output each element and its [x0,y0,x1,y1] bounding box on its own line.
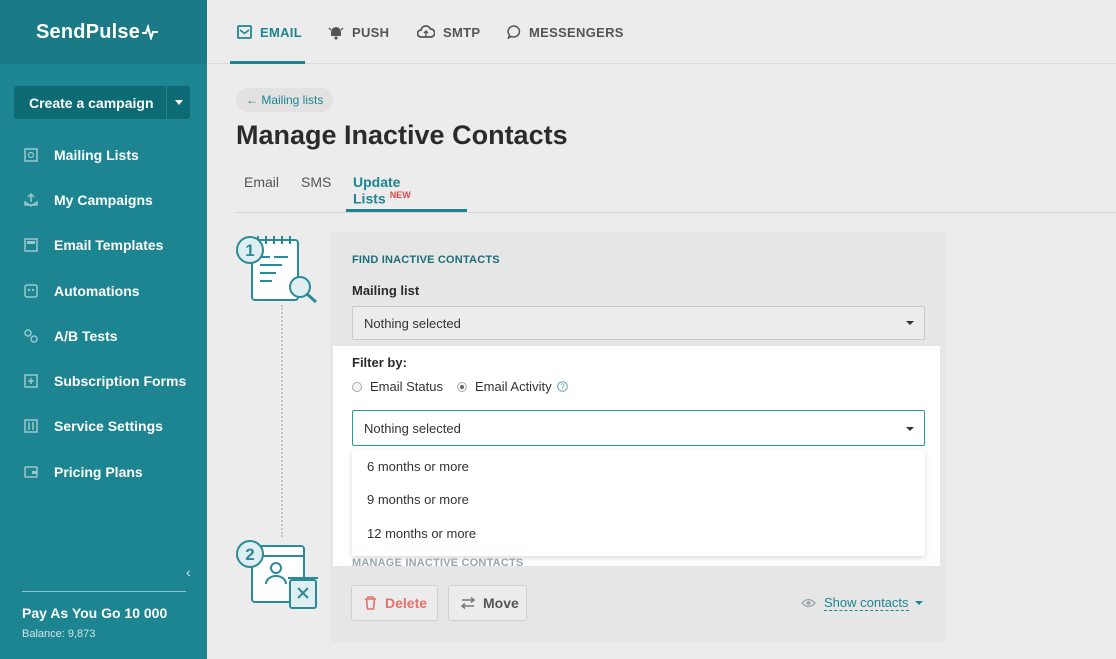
collapse-sidebar-icon[interactable]: ‹ [186,564,191,580]
sidebar-item-my-campaigns[interactable]: My Campaigns [0,177,207,222]
sidebar-divider [22,591,186,592]
step-1-icon: 1 [236,235,320,310]
pulse-icon [142,24,159,40]
cloud-icon [417,25,435,39]
manage-inactive-title: MANAGE INACTIVE CONTACTS [352,557,524,569]
page-title: Manage Inactive Contacts [236,120,568,150]
tab-label: MESSENGERS [529,24,624,40]
radio-button[interactable] [352,381,362,392]
form-icon [24,374,38,388]
email-icon [237,25,252,39]
move-label: Move [483,595,519,611]
show-contacts-label: Show contacts [824,595,909,611]
sidebar-item-label: Pricing Plans [54,463,143,480]
mailing-list-icon [24,147,38,162]
tab-email[interactable]: EMAIL [237,0,302,64]
tab-label: SMTP [443,24,481,40]
subtab-update-lists[interactable]: Update Lists NEW [353,174,411,207]
sidebar: SendPulse Create a campaign Mailing List… [0,0,207,659]
caret-down-icon [906,321,914,325]
sidebar-nav: Mailing Lists My Campaigns Email Templat… [0,132,207,494]
sidebar-item-mailing-lists[interactable]: Mailing Lists [0,132,207,177]
logo[interactable]: SendPulse [0,0,207,64]
radio-email-status[interactable]: Email Status [352,379,443,394]
subtabs-divider [236,212,1116,213]
activity-period-dropdown: 6 months or more 9 months or more 12 mon… [352,450,925,556]
delete-button[interactable]: Delete [351,585,438,621]
top-nav: EMAIL PUSH SMTP MESSENGERS [207,0,1116,64]
mailing-list-value: Nothing selected [364,315,461,331]
tab-smtp[interactable]: SMTP [417,0,480,64]
create-campaign-button[interactable]: Create a campaign [14,86,190,119]
template-icon [24,238,38,252]
subtab-email[interactable]: Email [244,174,279,190]
sidebar-item-service-settings[interactable]: Service Settings [0,404,207,449]
subtab-sms[interactable]: SMS [301,174,331,190]
tab-push[interactable]: PUSH [328,0,389,64]
move-button[interactable]: Move [448,585,527,621]
caret-down-icon [914,601,923,605]
svg-text:?: ? [560,382,565,391]
trash-icon [364,596,377,610]
sidebar-item-label: My Campaigns [54,191,153,208]
eye-icon [801,596,816,611]
active-tab-indicator [230,61,305,64]
create-campaign-dropdown-toggle[interactable] [166,86,190,119]
tab-messengers[interactable]: MESSENGERS [507,0,624,64]
caret-down-icon [906,427,914,431]
radio-label: Email Activity [475,379,552,394]
activity-period-select[interactable]: Nothing selected [352,410,925,446]
wallet-icon [24,465,38,479]
mailing-list-label: Mailing list [352,283,420,298]
radio-email-activity[interactable]: Email Activity ? [457,379,568,394]
delete-label: Delete [385,595,428,611]
brand-name: SendPulse [36,20,141,43]
dropdown-option[interactable]: 9 months or more [367,492,469,507]
find-inactive-title: FIND INACTIVE CONTACTS [352,254,500,266]
tab-label: EMAIL [260,24,302,40]
chat-icon [507,25,521,39]
mailing-list-select[interactable]: Nothing selected [352,306,925,340]
sidebar-item-label: Automations [54,282,140,299]
sidebar-item-email-templates[interactable]: Email Templates [0,223,207,268]
dropdown-option[interactable]: 12 months or more [367,526,476,541]
bell-icon [328,25,344,40]
sidebar-item-label: Email Templates [54,237,164,254]
sidebar-item-label: A/B Tests [54,327,118,344]
campaign-icon [24,192,38,207]
sidebar-item-subscription-forms[interactable]: Subscription Forms [0,358,207,403]
ab-test-icon [24,329,38,343]
radio-label: Email Status [370,379,443,394]
step-1-number: 1 [245,241,254,260]
plan-name[interactable]: Pay As You Go 10 000 [22,605,167,621]
sidebar-item-pricing-plans[interactable]: Pricing Plans [0,449,207,494]
breadcrumb[interactable]: ← Mailing lists [236,88,334,112]
sidebar-item-label: Subscription Forms [54,373,187,390]
caret-down-icon [174,100,183,105]
step-2-icon: 2 [236,538,320,615]
sidebar-item-automations[interactable]: Automations [0,268,207,313]
settings-icon [24,419,38,434]
create-campaign-label: Create a campaign [29,94,154,111]
balance: Balance: 9,873 [22,628,96,640]
radio-button[interactable] [457,381,467,392]
sidebar-item-label: Mailing Lists [54,146,139,163]
step-2-number: 2 [245,545,254,564]
sidebar-item-ab-tests[interactable]: A/B Tests [0,313,207,358]
show-contacts-toggle[interactable]: Show contacts [801,595,923,611]
step-connector [281,305,283,537]
help-icon[interactable]: ? [556,381,568,392]
new-badge: NEW [389,190,411,200]
swap-icon [461,597,475,609]
automation-icon [24,283,38,298]
active-subtab-indicator [346,209,467,212]
activity-period-value: Nothing selected [364,420,461,436]
sidebar-item-label: Service Settings [54,418,163,435]
filter-by-label: Filter by: [352,355,407,370]
tab-label: PUSH [352,24,390,40]
dropdown-option[interactable]: 6 months or more [367,459,469,474]
